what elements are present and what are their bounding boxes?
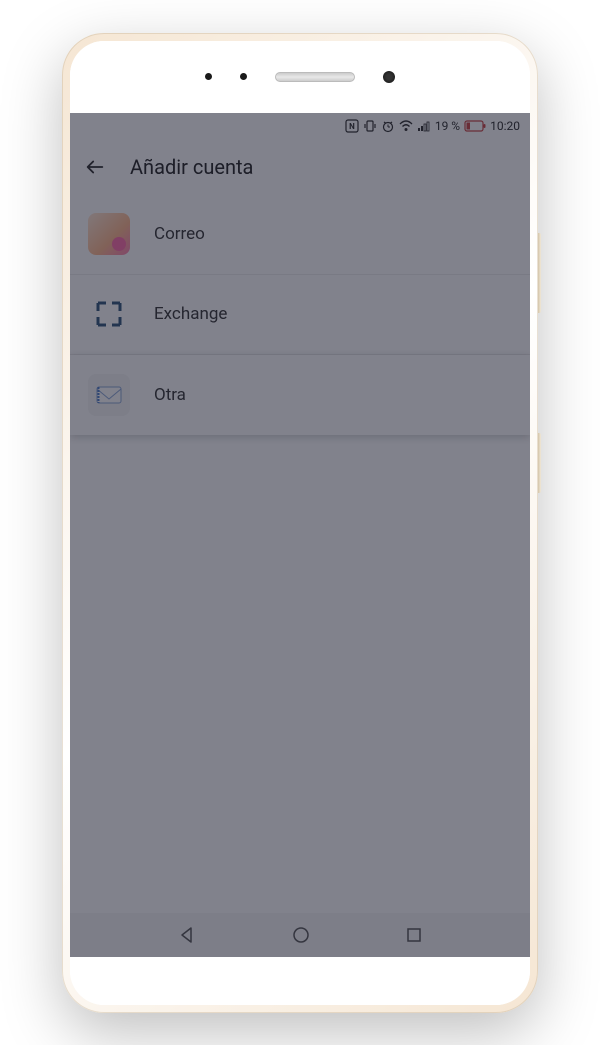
account-type-list: Correo Exchange — [70, 195, 530, 913]
battery-percent: 19 % — [435, 119, 460, 133]
wifi-icon — [399, 119, 413, 133]
screen: N 19 % — [70, 113, 530, 957]
power-button — [538, 433, 541, 493]
nav-back-button[interactable] — [177, 925, 197, 945]
account-option-label: Exchange — [154, 304, 227, 324]
phone-inner: N 19 % — [70, 41, 530, 1005]
battery-icon — [464, 120, 486, 132]
app-header: Añadir cuenta — [70, 139, 530, 195]
phone-device-frame: N 19 % — [62, 33, 538, 1013]
account-option-label: Otra — [154, 385, 186, 405]
status-icons: N 19 % — [345, 119, 520, 133]
account-option-exchange[interactable]: Exchange — [70, 275, 530, 355]
back-arrow-icon[interactable] — [84, 156, 106, 178]
earpiece-speaker — [275, 72, 355, 82]
signal-icon — [417, 119, 431, 133]
volume-button — [538, 233, 541, 313]
phone-bezel-top — [70, 41, 530, 113]
account-option-label: Correo — [154, 224, 205, 244]
vibrate-icon — [363, 119, 377, 133]
clock-time: 10:20 — [490, 119, 520, 133]
svg-text:N: N — [349, 122, 355, 131]
nfc-icon: N — [345, 119, 359, 133]
proximity-sensor — [240, 73, 247, 80]
mail-icon — [88, 374, 130, 416]
front-camera — [383, 71, 395, 83]
page-title: Añadir cuenta — [130, 155, 253, 179]
correo-icon — [88, 213, 130, 255]
account-option-otra[interactable]: Otra — [70, 355, 530, 435]
android-nav-bar — [70, 913, 530, 957]
alarm-icon — [381, 119, 395, 133]
nav-home-button[interactable] — [291, 925, 311, 945]
nav-recents-button[interactable] — [405, 926, 423, 944]
proximity-sensor — [205, 73, 212, 80]
status-bar: N 19 % — [70, 113, 530, 139]
exchange-icon — [88, 293, 130, 335]
account-option-correo[interactable]: Correo — [70, 195, 530, 275]
phone-bezel-bottom — [70, 957, 530, 1005]
